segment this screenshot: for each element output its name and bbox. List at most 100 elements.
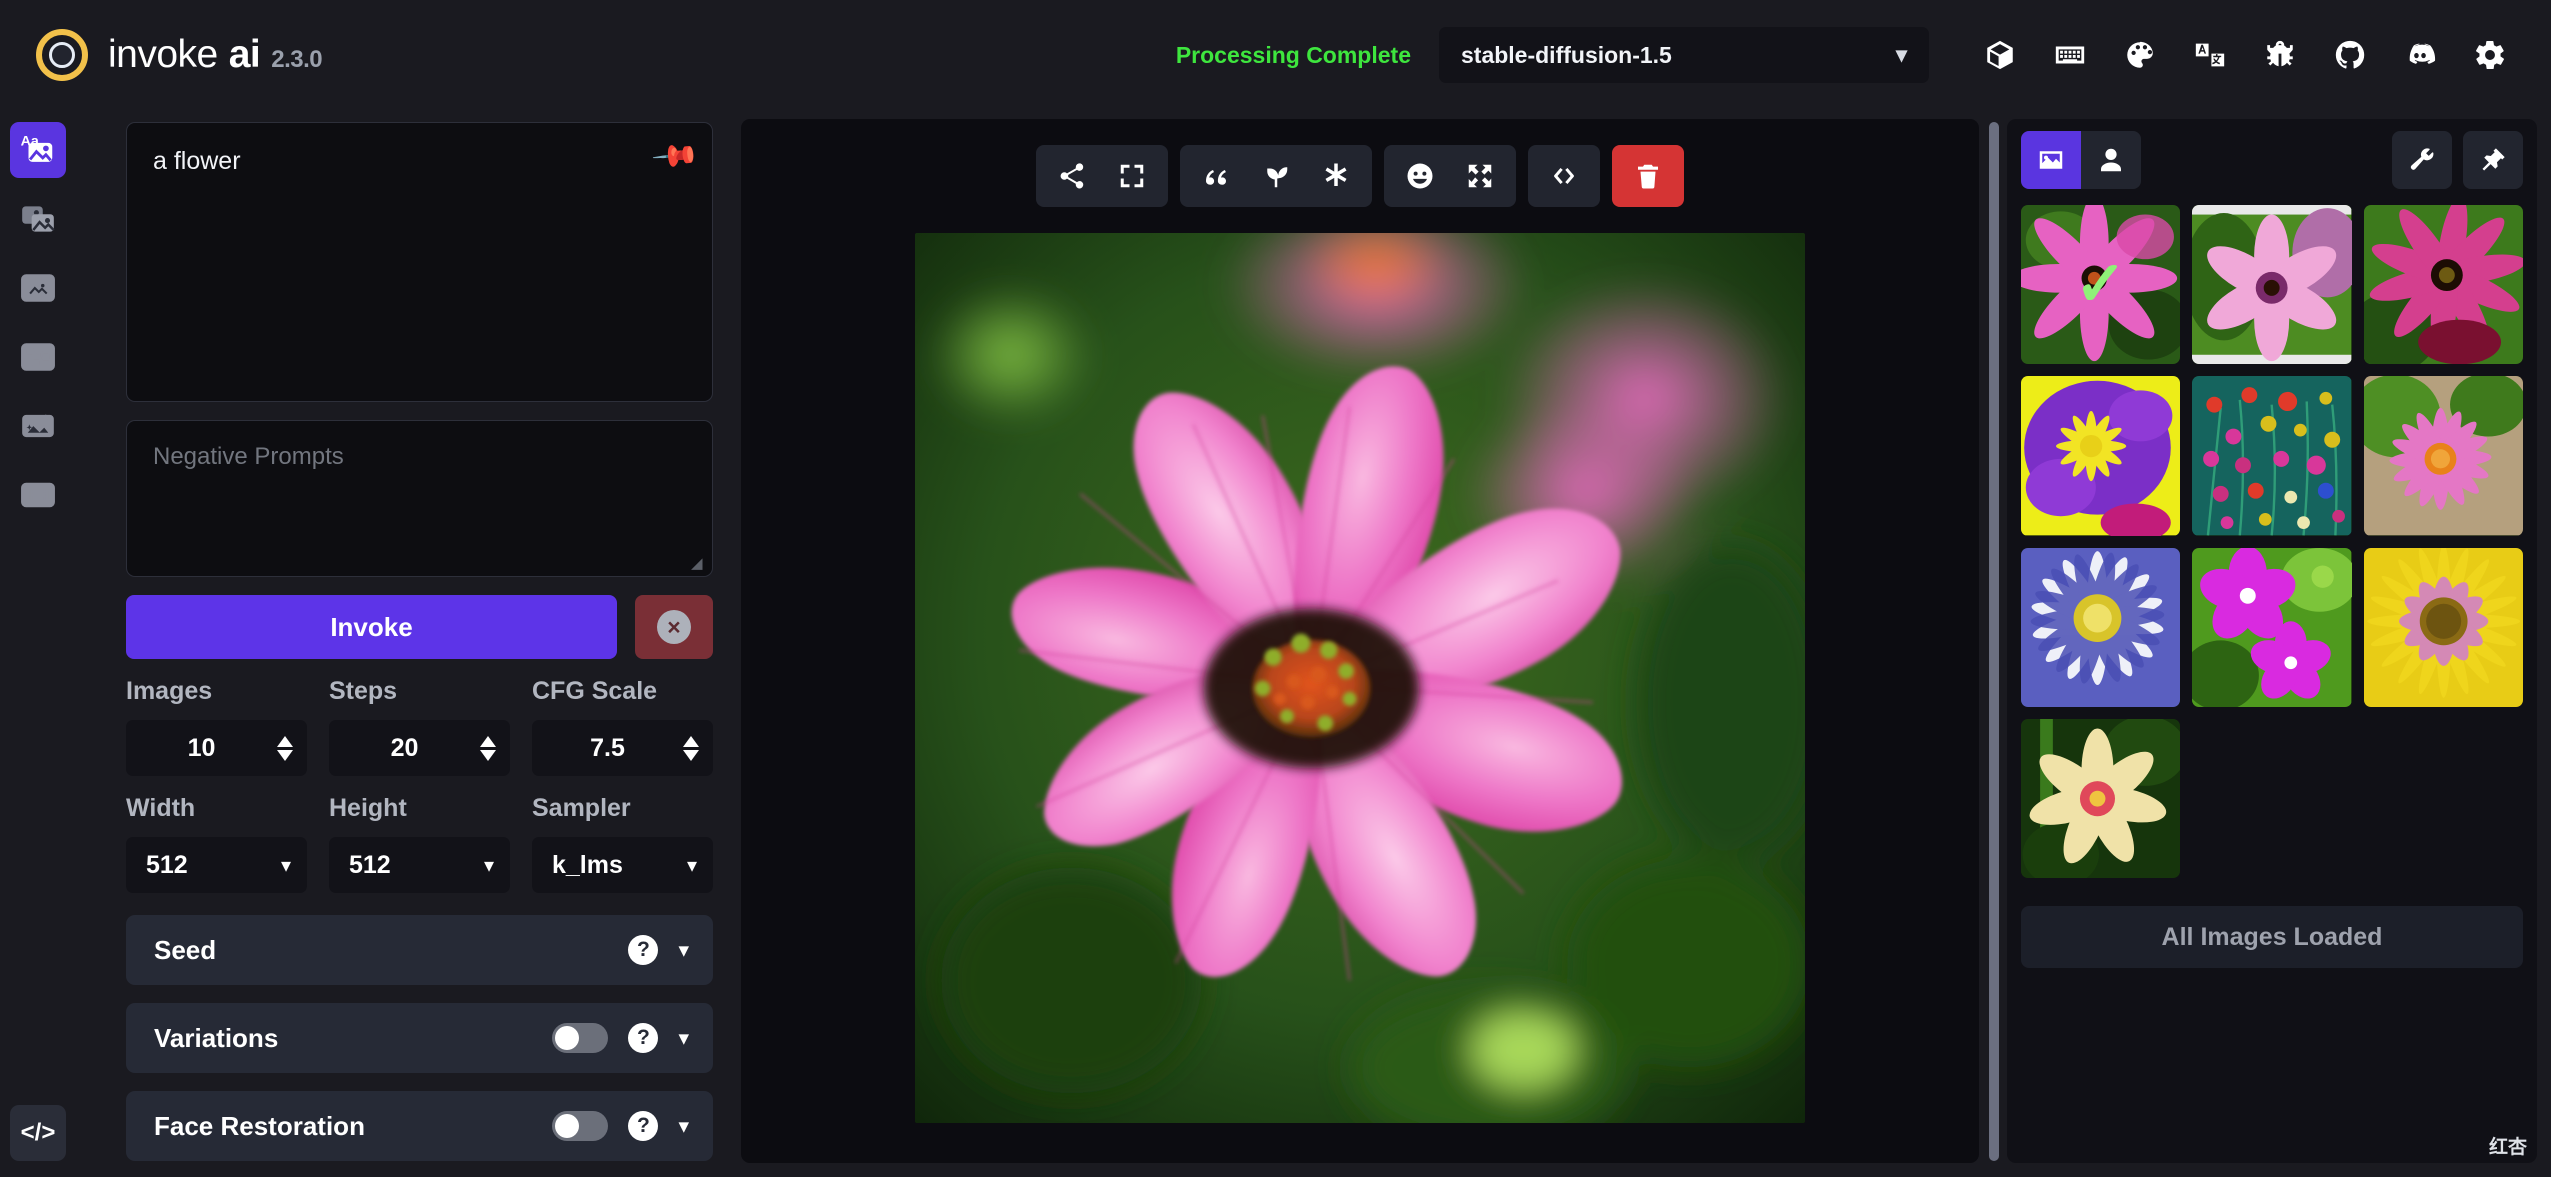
sidebar-item-text-to-image[interactable]: Aa bbox=[10, 122, 66, 178]
negative-prompt-input[interactable]: Negative Prompts ◢ bbox=[126, 420, 713, 577]
toolbar-group-enhance bbox=[1384, 145, 1516, 207]
resize-grip-icon[interactable]: ◢ bbox=[691, 556, 707, 572]
toolbar-group-send bbox=[1036, 145, 1168, 207]
help-icon[interactable]: ? bbox=[628, 1023, 659, 1053]
gallery-thumbnail[interactable] bbox=[2363, 376, 2523, 536]
width-select[interactable]: 512 ▾ bbox=[126, 837, 307, 893]
accordion-title-seed: Seed bbox=[154, 934, 217, 965]
face-restore-icon[interactable] bbox=[1390, 147, 1450, 205]
theme-icon[interactable] bbox=[2105, 23, 2175, 87]
gallery-resize-handle[interactable] bbox=[1989, 122, 1999, 1161]
status-badge: Processing Complete bbox=[1175, 41, 1411, 68]
gallery-tabs bbox=[2021, 131, 2141, 189]
field-label-sampler: Sampler bbox=[532, 794, 631, 822]
image-toolbar bbox=[1036, 145, 1684, 207]
code-icon[interactable] bbox=[1534, 147, 1594, 205]
gallery-thumbnail[interactable] bbox=[2021, 718, 2181, 879]
cfg-scale-stepper[interactable] bbox=[683, 735, 699, 761]
seed-icon[interactable] bbox=[1246, 147, 1306, 205]
console-toggle-button[interactable]: </> bbox=[10, 1105, 66, 1161]
gallery-thumbnail[interactable] bbox=[2192, 547, 2352, 707]
gallery-thumbnail[interactable] bbox=[2363, 547, 2523, 707]
sampler-select[interactable]: k_lms ▾ bbox=[532, 837, 713, 893]
field-sampler: Sampler k_lms ▾ bbox=[532, 794, 713, 893]
field-height: Height 512 ▾ bbox=[329, 794, 510, 893]
pin-prompt-icon[interactable]: 📌 bbox=[650, 131, 701, 182]
github-icon[interactable] bbox=[2315, 23, 2385, 87]
help-icon[interactable]: ? bbox=[628, 935, 659, 965]
gallery-wrapper: ✓ All Images Loaded 红杏 bbox=[1989, 110, 2551, 1177]
gallery-thumbnail[interactable] bbox=[2021, 376, 2181, 536]
gallery-header bbox=[2021, 131, 2523, 189]
steps-stepper[interactable] bbox=[480, 735, 496, 761]
field-images: Images 10 bbox=[126, 677, 307, 776]
trash-icon[interactable] bbox=[1618, 147, 1678, 205]
pin-gallery-icon[interactable] bbox=[2463, 131, 2523, 189]
chevron-down-icon: ▾ bbox=[678, 1114, 689, 1138]
face-restoration-toggle[interactable] bbox=[552, 1111, 609, 1141]
generated-image[interactable] bbox=[915, 233, 1805, 1123]
gallery-tab-images[interactable] bbox=[2021, 131, 2081, 189]
prompt-value: a flower bbox=[153, 147, 241, 175]
help-icon[interactable]: ? bbox=[628, 1111, 659, 1141]
sidebar-item-nodes[interactable] bbox=[10, 329, 66, 385]
watermark: 红杏 bbox=[2488, 1136, 2527, 1158]
gallery-thumbnail[interactable]: ✓ bbox=[2021, 205, 2181, 365]
share-icon[interactable] bbox=[1042, 147, 1102, 205]
gallery-settings-icon[interactable] bbox=[2392, 131, 2452, 189]
chevron-down-icon: ▾ bbox=[678, 1026, 689, 1050]
images-stepper[interactable] bbox=[277, 735, 293, 761]
accordion-variations[interactable]: Variations ? ▾ bbox=[126, 1003, 713, 1073]
gallery-grid: ✓ bbox=[2021, 205, 2523, 879]
model-manager-icon[interactable] bbox=[1965, 23, 2035, 87]
asterisk-icon[interactable] bbox=[1306, 147, 1366, 205]
images-input[interactable]: 10 bbox=[126, 720, 307, 776]
steps-input[interactable]: 20 bbox=[329, 720, 510, 776]
report-bug-icon[interactable] bbox=[2245, 23, 2315, 87]
gallery-thumbnail[interactable] bbox=[2192, 376, 2352, 536]
gallery-thumbnail[interactable] bbox=[2363, 205, 2523, 365]
variations-toggle[interactable] bbox=[552, 1023, 609, 1053]
width-value: 512 bbox=[146, 850, 188, 879]
cfg-scale-input[interactable]: 7.5 bbox=[532, 720, 713, 776]
toolbar-group-reuse bbox=[1180, 145, 1372, 207]
header-center: Processing Complete stable-diffusion-1.5… bbox=[322, 27, 1965, 83]
upscale-icon[interactable] bbox=[1450, 147, 1510, 205]
discord-icon[interactable] bbox=[2385, 23, 2455, 87]
gallery-thumbnail[interactable] bbox=[2192, 205, 2352, 365]
settings-icon[interactable] bbox=[2455, 23, 2525, 87]
header-icon-bar bbox=[1965, 23, 2525, 87]
quote-icon[interactable] bbox=[1186, 147, 1246, 205]
sidebar-item-unified-canvas[interactable] bbox=[10, 260, 66, 316]
field-label-images: Images bbox=[126, 677, 213, 705]
field-width: Width 512 ▾ bbox=[126, 794, 307, 893]
app-version: 2.3.0 bbox=[271, 46, 323, 73]
images-value: 10 bbox=[187, 733, 216, 762]
hotkeys-icon[interactable] bbox=[2035, 23, 2105, 87]
model-select-value: stable-diffusion-1.5 bbox=[1461, 41, 1672, 68]
field-label-height: Height bbox=[329, 794, 407, 822]
numeric-fields: Images 10 Steps 20 CFG Scale 7.5 bbox=[126, 677, 713, 776]
prompt-input[interactable]: a flower 📌 bbox=[126, 122, 713, 402]
sidebar-item-image-to-image[interactable] bbox=[10, 191, 66, 247]
accordion-face-restoration[interactable]: Face Restoration ? ▾ bbox=[126, 1091, 713, 1161]
height-select[interactable]: 512 ▾ bbox=[329, 837, 510, 893]
code-icon: </> bbox=[20, 1119, 56, 1146]
invoke-row: Invoke × bbox=[126, 595, 713, 659]
sidebar-item-training[interactable] bbox=[10, 467, 66, 523]
invoke-button[interactable]: Invoke bbox=[126, 595, 617, 659]
field-steps: Steps 20 bbox=[329, 677, 510, 776]
cancel-button[interactable]: × bbox=[635, 595, 713, 659]
options-panel: a flower 📌 Negative Prompts ◢ Invoke × I… bbox=[76, 110, 731, 1177]
language-icon[interactable] bbox=[2175, 23, 2245, 87]
model-select[interactable]: stable-diffusion-1.5 ▾ bbox=[1439, 27, 1929, 83]
accordion-seed[interactable]: Seed ? ▾ bbox=[126, 915, 713, 985]
accordion-title-face-restoration: Face Restoration bbox=[154, 1110, 365, 1141]
chevron-down-icon: ▾ bbox=[1895, 42, 1907, 67]
gallery-tab-assets[interactable] bbox=[2081, 131, 2141, 189]
gallery-thumbnail[interactable] bbox=[2021, 547, 2181, 707]
brand-name-invoke: invoke bbox=[108, 33, 218, 76]
sidebar-item-post-processing[interactable] bbox=[10, 398, 66, 454]
chevron-down-icon: ▾ bbox=[686, 854, 697, 877]
fullscreen-icon[interactable] bbox=[1102, 147, 1162, 205]
